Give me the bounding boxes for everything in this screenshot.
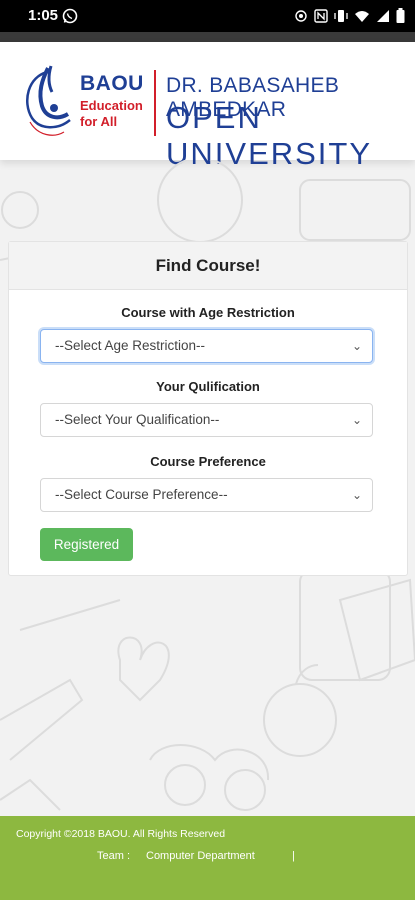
wifi-icon — [354, 9, 370, 28]
whatsapp-icon — [62, 8, 78, 29]
site-header: BAOU Education for All DR. BABASAHEB AMB… — [0, 42, 415, 171]
chevron-down-icon: ⌄ — [351, 413, 362, 427]
team-value-link[interactable]: Computer Department — [146, 850, 255, 862]
brand-divider — [154, 70, 156, 136]
qualification-value: --Select Your Qualification-- — [55, 412, 220, 427]
status-bar: 1:05 — [0, 0, 415, 32]
chevron-down-icon: ⌄ — [351, 488, 362, 502]
qualification-label: Your Qulification — [156, 379, 260, 394]
brand-tagline-line1: Education — [80, 98, 143, 113]
vibrate-icon — [334, 9, 348, 28]
copyright-text: Copyright ©2018 BAOU. All Rights Reserve… — [16, 828, 226, 840]
qualification-select[interactable]: --Select Your Qualification-- ⌄ — [40, 403, 373, 437]
registered-button[interactable]: Registered — [40, 528, 133, 561]
find-course-card: Find Course! Course with Age Restriction… — [8, 241, 408, 576]
age-restriction-value: --Select Age Restriction-- — [55, 338, 206, 353]
chevron-down-icon: ⌄ — [351, 339, 362, 353]
baou-logo-icon — [18, 62, 78, 147]
nfc-icon — [314, 8, 328, 28]
course-preference-label: Course Preference — [150, 454, 266, 469]
age-restriction-label: Course with Age Restriction — [121, 305, 295, 320]
app-top-strip — [0, 32, 415, 42]
team-label: Team : — [97, 850, 131, 862]
course-preference-value: --Select Course Preference-- — [55, 487, 228, 502]
site-footer: Copyright ©2018 BAOU. All Rights Reserve… — [0, 816, 415, 900]
course-preference-select[interactable]: --Select Course Preference-- ⌄ — [40, 478, 373, 512]
footer-separator: | — [292, 850, 295, 862]
battery-icon — [396, 8, 405, 28]
status-time: 1:05 — [28, 7, 59, 24]
card-title: Find Course! — [9, 242, 407, 290]
age-restriction-select[interactable]: --Select Age Restriction-- ⌄ — [40, 329, 373, 363]
brand-tagline-line2: for All — [80, 114, 118, 129]
hotspot-icon — [294, 9, 308, 28]
signal-icon — [376, 9, 390, 28]
brand-short: BAOU — [80, 72, 144, 95]
